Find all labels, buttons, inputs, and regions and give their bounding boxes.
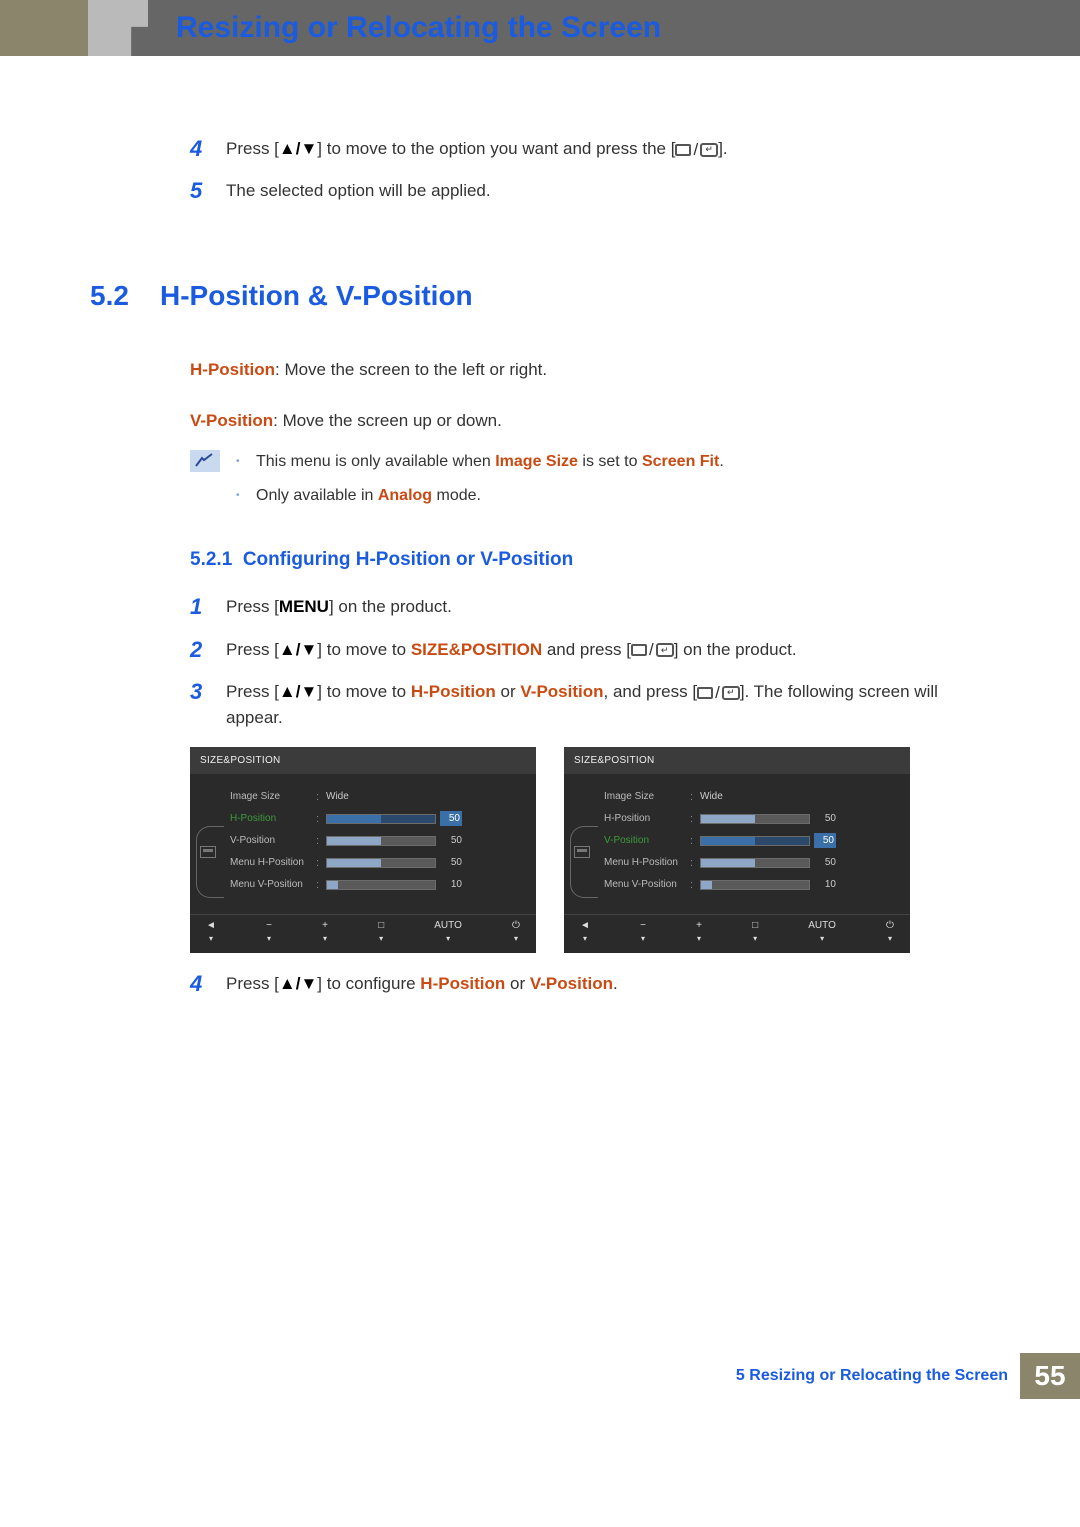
- osd-row: H-Position:50: [578, 808, 896, 830]
- osd-body: Image Size:WideH-Position:50V-Position:5…: [564, 774, 910, 914]
- osd-footer-button: −▾: [266, 921, 272, 945]
- page-footer: 5 Resizing or Relocating the Screen 55: [0, 1353, 1080, 1399]
- osd-panel-hposition: SIZE&POSITIONImage Size:WideH-Position:5…: [190, 747, 536, 953]
- hposition-label: H-Position: [190, 360, 275, 379]
- vposition-label: V-Position: [190, 411, 273, 430]
- osd-footer-button: ⏻▾: [512, 921, 520, 945]
- osd-row-label: Image Size: [204, 789, 316, 804]
- rect-enter-icon: /↵: [697, 680, 740, 706]
- osd-footer: ◄▾ −▾ +▾ □▾ AUTO▾ ⏻▾: [190, 914, 536, 953]
- page-body: 4Press [▲/▼] to move to the option you w…: [0, 56, 1080, 1053]
- banner-main: Resizing or Relocating the Screen: [88, 0, 1080, 56]
- note-item: Only available in Analog mode.: [236, 484, 724, 508]
- list-item: 4Press [▲/▼] to configure H-Position or …: [190, 971, 990, 997]
- footer-page-number: 55: [1020, 1353, 1080, 1399]
- note-icon: [190, 450, 220, 472]
- list-item: 3Press [▲/▼] to move to H-Position or V-…: [190, 679, 990, 731]
- rect-enter-icon: /↵: [675, 137, 718, 163]
- step-number: 5: [190, 178, 226, 204]
- step-number: 3: [190, 679, 226, 731]
- step-text: Press [▲/▼] to move to SIZE&POSITION and…: [226, 637, 990, 663]
- config-steps-list: 1Press [MENU] on the product.2Press [▲/▼…: [190, 594, 990, 731]
- osd-footer: ◄▾ −▾ +▾ □▾ AUTO▾ ⏻▾: [564, 914, 910, 953]
- osd-footer-button: +▾: [696, 921, 702, 945]
- step-number: 4: [190, 136, 226, 162]
- section-number: 5.2: [90, 275, 160, 317]
- step-text: Press [▲/▼] to move to the option you wa…: [226, 136, 990, 162]
- osd-row-value: 50: [440, 833, 462, 848]
- osd-row: Menu H-Position:50: [204, 852, 522, 874]
- osd-footer-button: ⏻▾: [886, 921, 894, 945]
- osd-row-value: 50: [440, 855, 462, 870]
- osd-footer-button: AUTO▾: [434, 921, 462, 945]
- osd-row: Menu V-Position:10: [578, 874, 896, 896]
- osd-row-value: Wide: [326, 789, 386, 804]
- step-text: Press [MENU] on the product.: [226, 594, 990, 620]
- osd-footer-button: ◄▾: [580, 921, 590, 945]
- osd-row-label: H-Position: [578, 811, 690, 826]
- osd-row: Image Size:Wide: [578, 786, 896, 808]
- osd-row-label: H-Position: [204, 811, 316, 826]
- osd-row-value: 50: [814, 811, 836, 826]
- config-step-4: 4Press [▲/▼] to configure H-Position or …: [190, 971, 990, 997]
- chapter-number-graphic: [88, 0, 148, 56]
- osd-row: Menu H-Position:50: [578, 852, 896, 874]
- section-title: H-Position & V-Position: [160, 275, 473, 317]
- osd-screens: SIZE&POSITIONImage Size:WideH-Position:5…: [190, 747, 990, 953]
- note-block: This menu is only available when Image S…: [190, 450, 990, 518]
- list-item: 2Press [▲/▼] to move to SIZE&POSITION an…: [190, 637, 990, 663]
- osd-row-value: 10: [440, 877, 462, 892]
- list-item: 1Press [MENU] on the product.: [190, 594, 990, 620]
- osd-row-value: 50: [440, 811, 462, 826]
- header-banner: Resizing or Relocating the Screen: [0, 0, 1080, 56]
- banner-accent: [0, 0, 88, 56]
- osd-title: SIZE&POSITION: [564, 747, 910, 774]
- vposition-description: V-Position: Move the screen up or down.: [190, 408, 990, 434]
- subsection-heading: 5.2.1 Configuring H-Position or V-Positi…: [190, 546, 990, 575]
- osd-source-icon: [200, 846, 216, 858]
- step-text: The selected option will be applied.: [226, 178, 990, 204]
- step-number: 2: [190, 637, 226, 663]
- note-item: This menu is only available when Image S…: [236, 450, 724, 474]
- osd-footer-button: AUTO▾: [808, 921, 836, 945]
- osd-footer-button: +▾: [322, 921, 328, 945]
- osd-footer-button: ◄▾: [206, 921, 216, 945]
- hposition-description: H-Position: Move the screen to the left …: [190, 357, 990, 383]
- osd-row-value: Wide: [700, 789, 760, 804]
- osd-row: V-Position:50: [204, 830, 522, 852]
- osd-row-value: 50: [814, 833, 836, 848]
- osd-row: H-Position:50: [204, 808, 522, 830]
- osd-row: V-Position:50: [578, 830, 896, 852]
- osd-row: Menu V-Position:10: [204, 874, 522, 896]
- step-text: Press [▲/▼] to move to H-Position or V-P…: [226, 679, 990, 731]
- osd-panel-vposition: SIZE&POSITIONImage Size:WideH-Position:5…: [564, 747, 910, 953]
- osd-source-icon: [574, 846, 590, 858]
- osd-title: SIZE&POSITION: [190, 747, 536, 774]
- footer-chapter-title: 5 Resizing or Relocating the Screen: [736, 1353, 1020, 1399]
- step-text: Press [▲/▼] to configure H-Position or V…: [226, 971, 990, 997]
- osd-row-value: 50: [814, 855, 836, 870]
- osd-row: Image Size:Wide: [204, 786, 522, 808]
- step-number: 1: [190, 594, 226, 620]
- osd-footer-button: □▾: [752, 921, 758, 945]
- osd-footer-button: □▾: [378, 921, 384, 945]
- osd-row-value: 10: [814, 877, 836, 892]
- osd-body: Image Size:WideH-Position:50V-Position:5…: [190, 774, 536, 914]
- page-title: Resizing or Relocating the Screen: [176, 11, 661, 45]
- section-heading: 5.2 H-Position & V-Position: [90, 275, 990, 317]
- pre-steps-list: 4Press [▲/▼] to move to the option you w…: [190, 136, 990, 205]
- list-item: 5The selected option will be applied.: [190, 178, 990, 204]
- osd-footer-button: −▾: [640, 921, 646, 945]
- osd-row-label: Image Size: [578, 789, 690, 804]
- rect-enter-icon: /↵: [631, 637, 674, 663]
- notes-list: This menu is only available when Image S…: [236, 450, 724, 518]
- list-item: 4Press [▲/▼] to move to the option you w…: [190, 136, 990, 162]
- step-number: 4: [190, 971, 226, 997]
